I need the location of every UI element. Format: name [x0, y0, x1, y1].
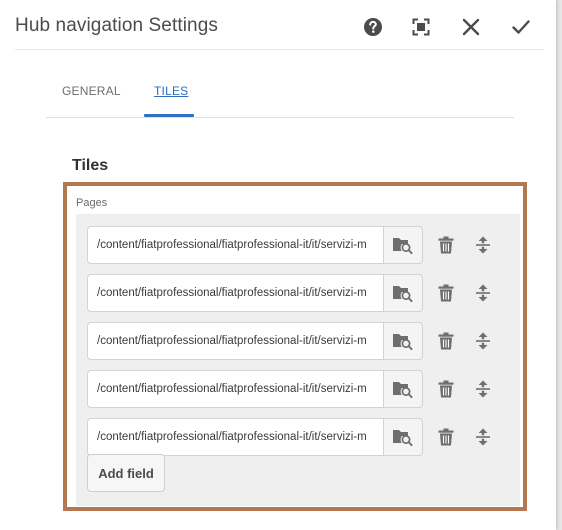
reorder-handle[interactable] — [470, 376, 496, 402]
delete-button[interactable] — [433, 328, 459, 354]
trash-icon — [438, 332, 454, 350]
move-vertical-icon — [476, 380, 490, 398]
reorder-handle[interactable] — [470, 280, 496, 306]
browse-button[interactable] — [383, 322, 423, 360]
move-vertical-icon — [476, 284, 490, 302]
browse-button[interactable] — [383, 370, 423, 408]
settings-dialog: Hub navigation Settings GENERAL TILES Ti… — [0, 0, 556, 530]
folder-search-icon — [393, 334, 413, 351]
delete-button[interactable] — [433, 232, 459, 258]
reorder-handle[interactable] — [470, 328, 496, 354]
tab-tiles[interactable]: TILES — [154, 84, 188, 98]
done-button[interactable] — [506, 12, 536, 42]
dialog-title: Hub navigation Settings — [15, 15, 218, 36]
page-path-input[interactable] — [87, 274, 383, 312]
pages-multifield: Add field — [76, 214, 520, 506]
tab-general[interactable]: GENERAL — [62, 84, 121, 98]
section-title: Tiles — [72, 157, 109, 174]
header-divider — [15, 49, 544, 50]
checkmark-icon — [512, 20, 530, 34]
list-item — [87, 370, 517, 410]
pages-field-label: Pages — [76, 197, 108, 209]
delete-button[interactable] — [433, 280, 459, 306]
list-item — [87, 322, 517, 362]
browse-button[interactable] — [383, 226, 423, 264]
backdrop-edge — [555, 0, 562, 530]
fullscreen-icon — [412, 18, 430, 36]
browse-button[interactable] — [383, 418, 423, 456]
page-path-input[interactable] — [87, 226, 383, 264]
folder-search-icon — [393, 286, 413, 303]
folder-search-icon — [393, 238, 413, 255]
fullscreen-button[interactable] — [406, 12, 436, 42]
close-button[interactable] — [456, 12, 486, 42]
dialog-header: Hub navigation Settings — [0, 0, 556, 50]
list-item — [87, 226, 517, 266]
list-item — [87, 418, 517, 458]
trash-icon — [438, 380, 454, 398]
active-tab-indicator — [144, 114, 194, 117]
trash-icon — [438, 284, 454, 302]
reorder-handle[interactable] — [470, 232, 496, 258]
page-path-input[interactable] — [87, 418, 383, 456]
highlight-frame: Pages /content/fiatprofessional/fiatprof… — [63, 182, 527, 511]
list-item — [87, 274, 517, 314]
page-path-input[interactable] — [87, 370, 383, 408]
move-vertical-icon — [476, 236, 490, 254]
close-icon — [462, 18, 480, 36]
tab-bar: GENERAL TILES — [46, 70, 514, 118]
add-field-button[interactable]: Add field — [87, 454, 165, 492]
trash-icon — [438, 236, 454, 254]
move-vertical-icon — [476, 332, 490, 350]
help-button[interactable] — [358, 12, 388, 42]
reorder-handle[interactable] — [470, 424, 496, 450]
delete-button[interactable] — [433, 376, 459, 402]
browse-button[interactable] — [383, 274, 423, 312]
folder-search-icon — [393, 382, 413, 399]
delete-button[interactable] — [433, 424, 459, 450]
move-vertical-icon — [476, 428, 490, 446]
folder-search-icon — [393, 430, 413, 447]
trash-icon — [438, 428, 454, 446]
help-icon — [364, 18, 382, 36]
page-path-input[interactable] — [87, 322, 383, 360]
